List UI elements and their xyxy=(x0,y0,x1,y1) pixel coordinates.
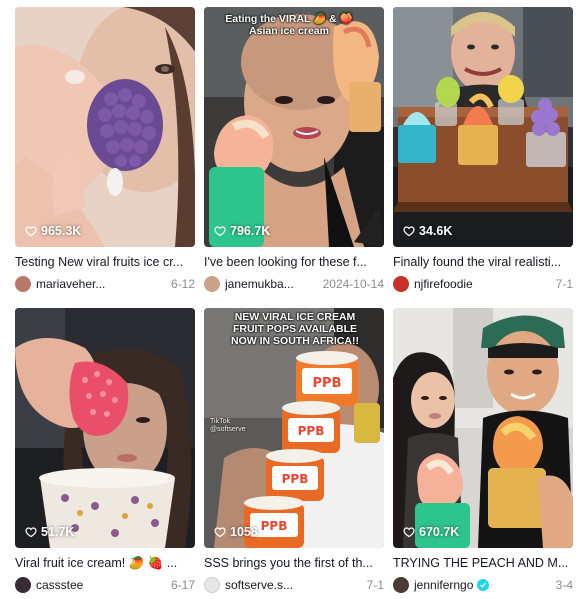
video-thumbnail[interactable]: 34.6K xyxy=(393,7,573,247)
tiktok-watermark: TikTok @softserve xyxy=(210,418,246,433)
video-card[interactable]: 34.6K Finally found the viral realisti..… xyxy=(393,7,573,298)
overlay-text: Eating the VIRAL 🥭 & 🍑 Asian ice cream xyxy=(225,13,353,37)
heart-icon xyxy=(25,527,37,538)
thumbnail-image xyxy=(15,308,195,548)
username[interactable]: janemukba... xyxy=(225,277,294,291)
username[interactable]: njfirefoodie xyxy=(414,277,473,291)
heart-icon xyxy=(25,226,37,237)
view-count: 965.3K xyxy=(25,224,81,238)
video-caption[interactable]: Viral fruit ice cream! 🥭 🍓 ... xyxy=(15,555,195,571)
video-caption[interactable]: TRYING THE PEACH AND M... xyxy=(393,555,573,571)
heart-icon xyxy=(214,226,226,237)
video-card[interactable]: Eating the VIRAL 🥭 & 🍑 Asian ice cream 7… xyxy=(204,7,384,298)
video-card[interactable]: 670.7K TRYING THE PEACH AND M... jennife… xyxy=(393,308,573,599)
view-count: 670.7K xyxy=(403,525,459,539)
video-card[interactable]: PPB PPB PPB PPB NEW VIRAL ICE CREAM FRUI… xyxy=(204,308,384,599)
video-meta: janemukba... 2024-10-14 xyxy=(204,275,384,293)
post-date: 6-12 xyxy=(170,277,195,291)
video-caption[interactable]: SSS brings you the first of th... xyxy=(204,555,384,571)
username[interactable]: mariaveher... xyxy=(36,277,105,291)
view-count: 1058 xyxy=(214,525,258,539)
heart-icon xyxy=(403,226,415,237)
svg-text:PPB: PPB xyxy=(298,424,325,438)
svg-text:PPB: PPB xyxy=(261,519,288,533)
heart-icon xyxy=(214,527,226,538)
view-count: 51.7K xyxy=(25,525,74,539)
video-card[interactable]: 965.3K Testing New viral fruits ice cr..… xyxy=(15,7,195,298)
svg-text:PPB: PPB xyxy=(282,472,309,486)
username[interactable]: cassstee xyxy=(36,578,83,592)
video-thumbnail[interactable]: 670.7K xyxy=(393,308,573,548)
thumbnail-image xyxy=(393,308,573,548)
video-caption[interactable]: I've been looking for these f... xyxy=(204,254,384,270)
heart-icon xyxy=(403,527,415,538)
video-meta: softserve.s... 7-1 xyxy=(204,576,384,594)
thumbnail-image xyxy=(15,7,195,247)
checkmark-icon xyxy=(480,582,487,588)
avatar[interactable] xyxy=(204,577,220,593)
overlay-text: NEW VIRAL ICE CREAM FRUIT POPS AVAILABLE… xyxy=(231,311,359,347)
video-grid: 965.3K Testing New viral fruits ice cr..… xyxy=(15,7,575,599)
video-meta: jenniferngo 3-4 xyxy=(393,576,573,594)
thumbnail-image xyxy=(204,7,384,247)
post-date: 3-4 xyxy=(555,578,573,592)
video-meta: cassstee 6-17 xyxy=(15,576,195,594)
video-thumbnail[interactable]: Eating the VIRAL 🥭 & 🍑 Asian ice cream 7… xyxy=(204,7,384,247)
video-thumbnail[interactable]: PPB PPB PPB PPB NEW VIRAL ICE CREAM FRUI… xyxy=(204,308,384,548)
verified-badge-icon xyxy=(477,579,490,591)
video-caption[interactable]: Finally found the viral realisti... xyxy=(393,254,573,270)
avatar[interactable] xyxy=(393,276,409,292)
post-date: 7-1 xyxy=(555,277,573,291)
username[interactable]: softserve.s... xyxy=(225,578,293,592)
video-caption[interactable]: Testing New viral fruits ice cr... xyxy=(15,254,195,270)
svg-text:PPB: PPB xyxy=(313,376,342,391)
video-card[interactable]: 51.7K Viral fruit ice cream! 🥭 🍓 ... cas… xyxy=(15,308,195,599)
view-count: 34.6K xyxy=(403,224,452,238)
post-date: 7-1 xyxy=(366,578,384,592)
video-thumbnail[interactable]: 51.7K xyxy=(15,308,195,548)
username[interactable]: jenniferngo xyxy=(414,578,473,592)
post-date: 2024-10-14 xyxy=(322,277,384,291)
thumbnail-image xyxy=(393,7,573,247)
avatar[interactable] xyxy=(393,577,409,593)
avatar[interactable] xyxy=(15,276,31,292)
video-meta: njfirefoodie 7-1 xyxy=(393,275,573,293)
video-meta: mariaveher... 6-12 xyxy=(15,275,195,293)
avatar[interactable] xyxy=(204,276,220,292)
avatar[interactable] xyxy=(15,577,31,593)
view-count: 796.7K xyxy=(214,224,270,238)
video-thumbnail[interactable]: 965.3K xyxy=(15,7,195,247)
post-date: 6-17 xyxy=(170,578,195,592)
